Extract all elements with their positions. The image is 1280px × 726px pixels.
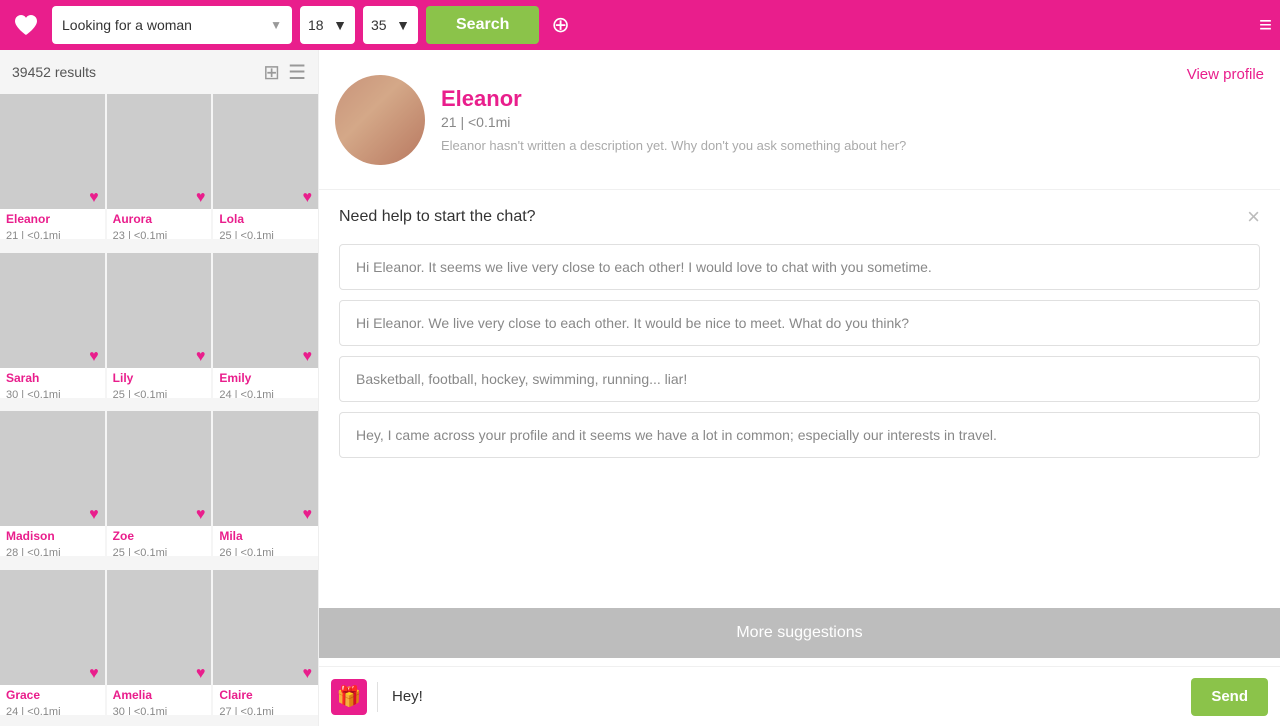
profile-header-info: Eleanor 21 | <0.1mi Eleanor hasn't writt… bbox=[441, 86, 1171, 153]
heart-icon[interactable]: ♥ bbox=[89, 506, 99, 524]
heart-icon[interactable]: ♥ bbox=[302, 189, 312, 207]
chevron-down-icon: ▼ bbox=[396, 17, 410, 33]
send-button[interactable]: Send bbox=[1191, 678, 1268, 716]
heart-icon[interactable]: ♥ bbox=[302, 506, 312, 524]
list-item[interactable]: Lily 25 | <0.1mi ♥ bbox=[107, 253, 212, 398]
heart-icon[interactable]: ♥ bbox=[302, 348, 312, 366]
profile-age-dist: 27 | <0.1mi bbox=[219, 706, 274, 715]
age-max-value: 35 bbox=[371, 17, 387, 33]
chat-help-header: Need help to start the chat? × bbox=[339, 206, 1260, 228]
profile-age-dist: 25 | <0.1mi bbox=[113, 547, 168, 556]
profile-name: Sarah bbox=[6, 371, 99, 385]
profile-name: Eleanor bbox=[6, 212, 99, 226]
profile-name: Zoe bbox=[113, 529, 206, 543]
profiles-grid: Eleanor21 | <0.1mi♥Aurora23 | <0.1mi♥Lol… bbox=[0, 94, 318, 726]
looking-for-value: Looking for a woman bbox=[62, 17, 192, 33]
suggestion-item[interactable]: Hi Eleanor. We live very close to each o… bbox=[339, 300, 1260, 346]
heart-icon[interactable]: ♥ bbox=[196, 506, 206, 524]
suggestion-item[interactable]: Basketball, football, hockey, swimming, … bbox=[339, 356, 1260, 402]
list-item[interactable]: Mila 26 | <0.1mi ♥ bbox=[213, 411, 318, 556]
looking-for-dropdown[interactable]: Looking for a woman ▼ bbox=[52, 6, 292, 44]
gift-icon: 🎁 bbox=[337, 684, 362, 709]
profile-age-dist: 28 | <0.1mi bbox=[6, 547, 61, 556]
profile-name: Emily bbox=[219, 371, 312, 385]
profile-name: Eleanor bbox=[441, 86, 1171, 112]
chat-help-title: Need help to start the chat? bbox=[339, 208, 536, 226]
results-header: 39452 results ⊞ ☰ bbox=[0, 50, 318, 94]
message-input[interactable] bbox=[388, 688, 1181, 705]
profile-name: Mila bbox=[219, 529, 312, 543]
chevron-down-icon: ▼ bbox=[270, 18, 282, 32]
avatar bbox=[335, 75, 425, 165]
profile-age-dist: 30 | <0.1mi bbox=[6, 389, 61, 398]
menu-icon[interactable]: ≡ bbox=[1259, 12, 1272, 38]
chat-help-section: Need help to start the chat? × Hi Eleano… bbox=[319, 190, 1280, 600]
more-suggestions-button[interactable]: More suggestions bbox=[319, 608, 1280, 658]
profile-age-dist: 24 | <0.1mi bbox=[219, 389, 274, 398]
close-button[interactable]: × bbox=[1247, 206, 1260, 228]
profile-age-dist: 21 | <0.1mi bbox=[6, 230, 61, 239]
suggestion-item[interactable]: Hey, I came across your profile and it s… bbox=[339, 412, 1260, 458]
heart-icon[interactable]: ♥ bbox=[302, 665, 312, 683]
profile-age-dist: 26 | <0.1mi bbox=[219, 547, 274, 556]
results-count: 39452 results bbox=[12, 64, 96, 80]
list-item[interactable]: Claire 27 | <0.1mi ♥ bbox=[213, 570, 318, 715]
profile-age-dist: 24 | <0.1mi bbox=[6, 706, 61, 715]
list-item[interactable]: Zoe 25 | <0.1mi ♥ bbox=[107, 411, 212, 556]
list-item[interactable]: Madison 28 | <0.1mi ♥ bbox=[0, 411, 105, 556]
heart-icon[interactable]: ♥ bbox=[196, 189, 206, 207]
suggestion-item[interactable]: Hi Eleanor. It seems we live very close … bbox=[339, 244, 1260, 290]
profile-name: Amelia bbox=[113, 688, 206, 702]
suggestions-list: Hi Eleanor. It seems we live very close … bbox=[339, 244, 1260, 468]
heart-icon[interactable]: ♥ bbox=[89, 189, 99, 207]
heart-icon[interactable]: ♥ bbox=[89, 665, 99, 683]
profile-description: Eleanor hasn't written a description yet… bbox=[441, 138, 1171, 153]
chevron-down-icon: ▼ bbox=[333, 17, 347, 33]
list-item[interactable]: Grace 24 | <0.1mi ♥ bbox=[0, 570, 105, 715]
topbar: Looking for a woman ▼ 18 ▼ 35 ▼ Search ⊕… bbox=[0, 0, 1280, 50]
list-item[interactable]: Amelia 30 | <0.1mi ♥ bbox=[107, 570, 212, 715]
main-content: 39452 results ⊞ ☰ Eleanor21 | <0.1mi♥Aur… bbox=[0, 50, 1280, 726]
profile-name: Lola bbox=[219, 212, 312, 226]
gift-button[interactable]: 🎁 bbox=[331, 679, 367, 715]
list-view-icon[interactable]: ☰ bbox=[288, 60, 306, 85]
right-panel: Eleanor 21 | <0.1mi Eleanor hasn't writt… bbox=[318, 50, 1280, 726]
profile-name: Madison bbox=[6, 529, 99, 543]
zoom-icon[interactable]: ⊕ bbox=[551, 12, 569, 38]
list-item[interactable]: Eleanor 21 | <0.1mi ♥ bbox=[0, 94, 105, 239]
app-logo[interactable] bbox=[8, 7, 44, 43]
profile-age-dist: 30 | <0.1mi bbox=[113, 706, 168, 715]
view-toggle: ⊞ ☰ bbox=[263, 60, 306, 85]
profile-name: Aurora bbox=[113, 212, 206, 226]
list-item[interactable]: Lola 25 | <0.1mi ♥ bbox=[213, 94, 318, 239]
age-max-dropdown[interactable]: 35 ▼ bbox=[363, 6, 418, 44]
profile-name: Claire bbox=[219, 688, 312, 702]
view-profile-button[interactable]: View profile bbox=[1187, 66, 1264, 83]
heart-icon[interactable]: ♥ bbox=[89, 348, 99, 366]
profile-age-dist: 25 | <0.1mi bbox=[113, 389, 168, 398]
profile-name: Grace bbox=[6, 688, 99, 702]
left-panel: 39452 results ⊞ ☰ Eleanor21 | <0.1mi♥Aur… bbox=[0, 50, 318, 726]
list-item[interactable]: Aurora 23 | <0.1mi ♥ bbox=[107, 94, 212, 239]
heart-icon[interactable]: ♥ bbox=[196, 665, 206, 683]
input-divider bbox=[377, 682, 378, 712]
profile-header: Eleanor 21 | <0.1mi Eleanor hasn't writt… bbox=[319, 50, 1280, 190]
grid-view-icon[interactable]: ⊞ bbox=[263, 60, 280, 85]
search-button[interactable]: Search bbox=[426, 6, 539, 44]
profile-name: Lily bbox=[113, 371, 206, 385]
profile-age-dist: 21 | <0.1mi bbox=[441, 114, 1171, 130]
age-min-dropdown[interactable]: 18 ▼ bbox=[300, 6, 355, 44]
message-input-area: 🎁 Send bbox=[319, 666, 1280, 726]
profile-age-dist: 23 | <0.1mi bbox=[113, 230, 168, 239]
list-item[interactable]: Sarah 30 | <0.1mi ♥ bbox=[0, 253, 105, 398]
list-item[interactable]: Emily 24 | <0.1mi ♥ bbox=[213, 253, 318, 398]
heart-icon[interactable]: ♥ bbox=[196, 348, 206, 366]
age-min-value: 18 bbox=[308, 17, 324, 33]
profile-age-dist: 25 | <0.1mi bbox=[219, 230, 274, 239]
